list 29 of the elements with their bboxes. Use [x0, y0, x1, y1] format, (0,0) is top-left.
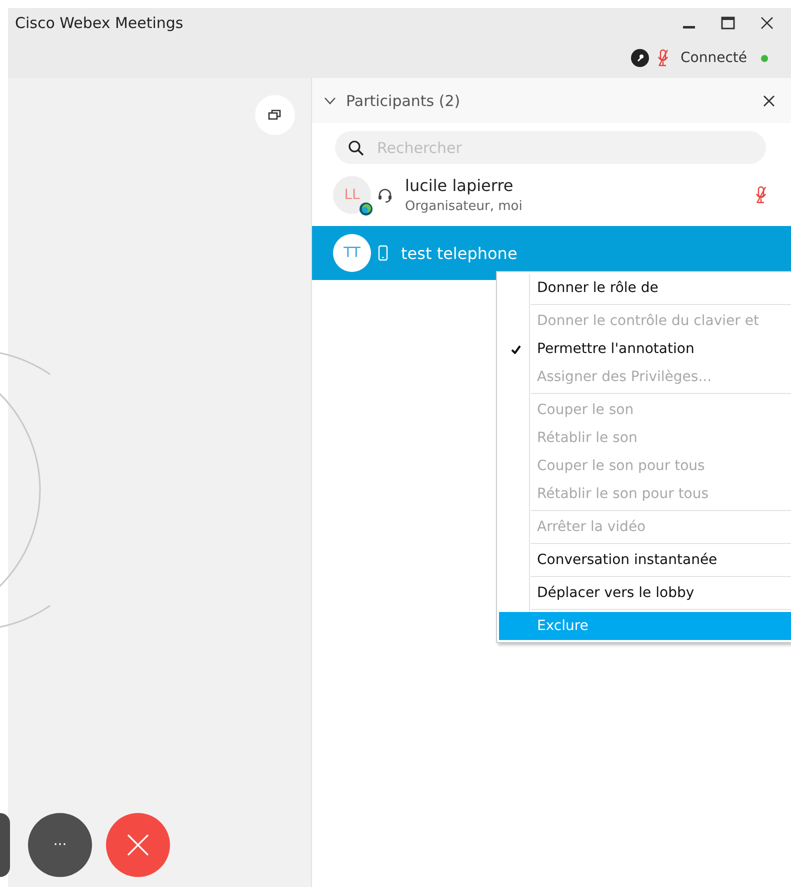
- headset-icon: [377, 187, 393, 203]
- connection-status: Connecté: [680, 50, 747, 66]
- participant-row[interactable]: TT test telephone: [312, 226, 791, 280]
- participant-role: Organisateur, moi: [405, 199, 522, 214]
- control-button[interactable]: [0, 813, 10, 877]
- more-button[interactable]: ···: [28, 813, 92, 877]
- popout-button[interactable]: [255, 95, 295, 135]
- avatar: LL: [333, 176, 371, 214]
- phone-icon: [377, 245, 389, 261]
- collapse-chevron-icon[interactable]: [324, 96, 336, 104]
- window-title: Cisco Webex Meetings: [15, 14, 184, 32]
- windows-icon: [268, 109, 282, 121]
- menu-item[interactable]: Permettre l'annotation: [499, 335, 791, 363]
- search-icon: [348, 140, 364, 156]
- menu-item[interactable]: Exclure: [499, 612, 791, 640]
- close-icon[interactable]: [760, 16, 774, 30]
- menu-item[interactable]: Conversation instantanée: [499, 546, 791, 574]
- menu-item[interactable]: Déplacer vers le lobby: [499, 579, 791, 607]
- maximize-icon[interactable]: [721, 16, 735, 30]
- close-icon: [127, 834, 149, 856]
- avatar: TT: [333, 234, 371, 272]
- muted-mic-icon[interactable]: [656, 49, 668, 67]
- participant-row[interactable]: LL lucile lapierre Organisateur, moi: [312, 168, 791, 222]
- participant-name: lucile lapierre: [405, 176, 514, 195]
- participant-name: test telephone: [401, 244, 518, 262]
- audio-connection-icon[interactable]: [630, 49, 648, 67]
- panel-title: Participants (2): [346, 92, 460, 110]
- close-icon[interactable]: [763, 94, 775, 106]
- muted-mic-icon[interactable]: [755, 186, 767, 204]
